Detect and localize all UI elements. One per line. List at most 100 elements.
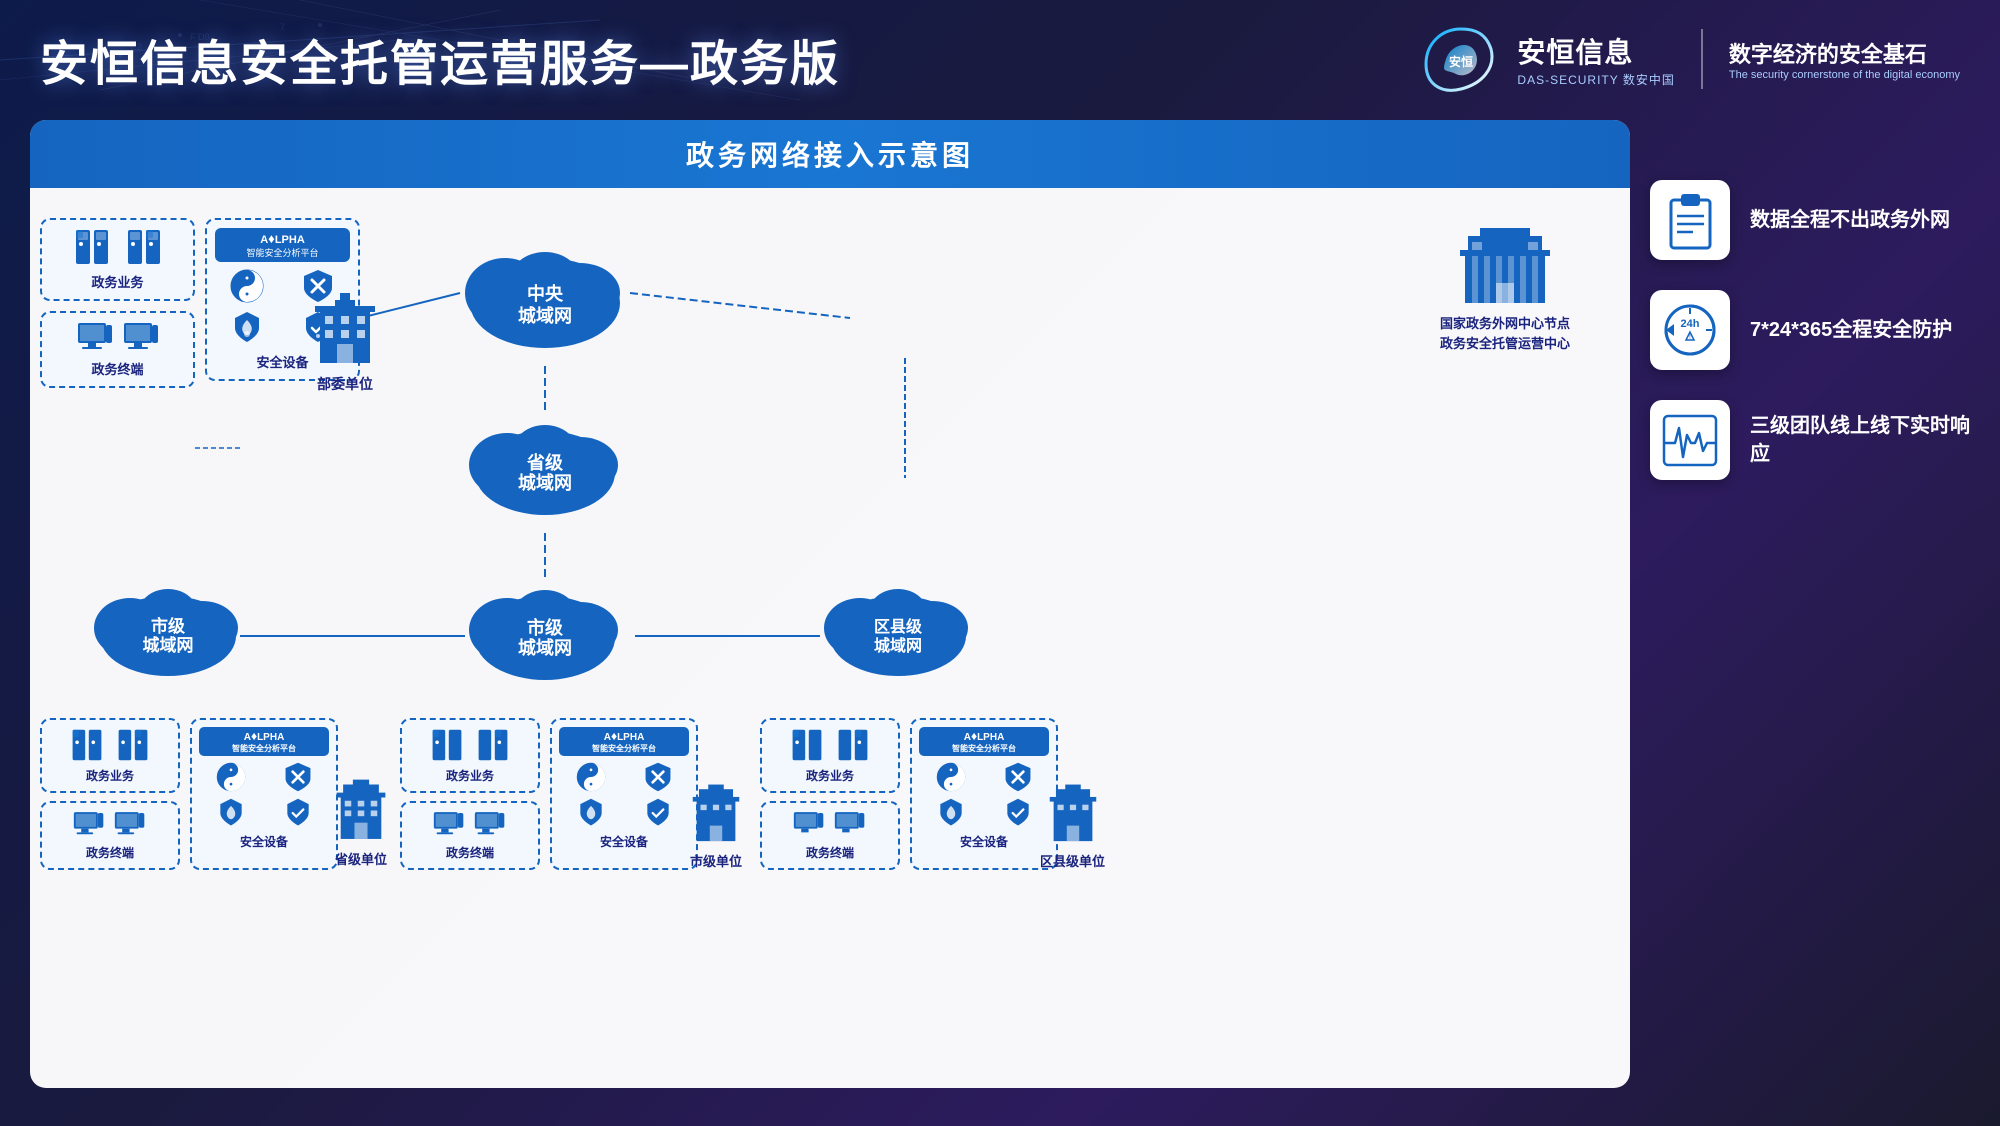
security-device-label-3: 安全设备 xyxy=(559,833,689,850)
svg-text:市级: 市级 xyxy=(527,617,564,638)
desktop-icon-d1 xyxy=(792,810,827,840)
shield-leaf-icon-3 xyxy=(559,797,622,829)
yinyang-icon-3 xyxy=(559,761,622,793)
server-icon-1 xyxy=(72,228,112,266)
gov-business-label-1: 政务业务 xyxy=(50,272,185,291)
shield-leaf-icon-1 xyxy=(215,310,280,346)
tagline-cn: 数字经济的安全基石 xyxy=(1729,37,1960,69)
logo-sub-text: DAS-SECURITY 数安中国 xyxy=(1517,71,1674,88)
district-group: 政务业务 xyxy=(760,718,1058,870)
svg-text:省级: 省级 xyxy=(526,452,564,473)
alpha-badge-1: A♦LPHA智能安全分析平台 xyxy=(246,234,318,259)
yinyang-icon-1 xyxy=(215,268,280,304)
logo-text-left: 安恒信息 DAS-SECURITY 数安中国 xyxy=(1517,31,1674,88)
alpha-platform-2: A♦LPHA智能安全分析平台 xyxy=(190,718,338,870)
logo-divider xyxy=(1701,29,1703,89)
shield-check-icon-3 xyxy=(626,797,689,829)
diagram-body: 中央 城域网 省级 城域网 xyxy=(30,188,1630,1088)
svg-text:24h: 24h xyxy=(1681,318,1700,330)
district-label: 区县级单位 xyxy=(1040,851,1105,870)
server-icon-c1 xyxy=(429,727,465,763)
feature-item-data: 数据全程不出政务外网 xyxy=(1650,180,1970,260)
feature-item-24h: 24h ! 7*24*365全程安全防护 xyxy=(1650,290,1970,370)
feature-text-data: 数据全程不出政务外网 xyxy=(1750,206,1950,234)
main-content: 政务网络接入示意图 中央 城域网 xyxy=(30,120,1970,1088)
tagline-en: The security cornerstone of the digital … xyxy=(1729,69,1960,81)
city-label: 市级单位 xyxy=(690,851,742,870)
shield-check-icon-2 xyxy=(266,797,329,829)
desktop-icon-b2 xyxy=(113,810,148,840)
logo-area: 安恒 安恒信息 DAS-SECURITY 数安中国 数字经济的安全基石 The … xyxy=(1421,24,1960,94)
province-label: 省级单位 xyxy=(335,849,387,868)
ministry-building-icon xyxy=(315,288,375,368)
gov-terminal-label-3: 政务终端 xyxy=(409,844,531,861)
city-unit: 市级单位 xyxy=(690,783,742,870)
ministry-group: 政务业务 xyxy=(40,218,195,388)
ministry-unit: 部委单位 xyxy=(315,288,375,394)
server-icon-b2 xyxy=(115,727,151,763)
server-icon-d2 xyxy=(835,727,871,763)
gov-terminal-box-2: 政务终端 xyxy=(40,801,180,870)
svg-text:中央: 中央 xyxy=(527,283,564,304)
diagram-title: 政务网络接入示意图 xyxy=(30,120,1630,188)
province-unit: 省级单位 xyxy=(335,778,387,868)
national-center: 国家政务外网中心节点 政务安全托管运营中心 xyxy=(1440,228,1570,353)
desktop-icon-1 xyxy=(76,321,114,353)
alpha-platform-4: A♦LPHA智能安全分析平台 xyxy=(910,718,1058,870)
gov-business-box-3: 政务业务 xyxy=(400,718,540,793)
shield-x-icon-3 xyxy=(626,761,689,793)
company-logo-icon: 安恒 xyxy=(1421,24,1501,94)
district-unit: 区县级单位 xyxy=(1040,783,1105,870)
gov-terminal-label-2: 政务终端 xyxy=(49,844,171,861)
clipboard-icon xyxy=(1663,190,1718,250)
province-group: 政务业务 xyxy=(40,718,338,870)
svg-text:城域网: 城域网 xyxy=(518,472,572,493)
yinyang-icon-4 xyxy=(919,761,982,793)
gov-terminal-label-1: 政务终端 xyxy=(50,359,185,378)
svg-text:安恒: 安恒 xyxy=(1449,54,1473,69)
heartbeat-icon-box xyxy=(1650,400,1730,480)
feature-item-tier: 三级团队线上线下实时响应 xyxy=(1650,400,1970,480)
svg-text:区县级: 区县级 xyxy=(874,617,923,636)
gov-business-box-1: 政务业务 xyxy=(40,218,195,301)
gov-terminal-box-1: 政务终端 xyxy=(40,311,195,388)
security-device-label-4: 安全设备 xyxy=(919,833,1049,850)
gov-business-label-3: 政务业务 xyxy=(409,767,531,784)
shield-x-icon-2 xyxy=(266,761,329,793)
desktop-icon-2 xyxy=(122,321,160,353)
server-icon-d1 xyxy=(789,727,825,763)
svg-text:城域网: 城域网 xyxy=(143,635,194,655)
gov-business-label-2: 政务业务 xyxy=(49,767,171,784)
server-icon-2 xyxy=(124,228,164,266)
district-building-icon xyxy=(1048,783,1098,845)
right-panel: 数据全程不出政务外网 24h ! xyxy=(1650,120,1970,1088)
gov-business-box-2: 政务业务 xyxy=(40,718,180,793)
national-center-label: 国家政务外网中心节点 政务安全托管运营中心 xyxy=(1440,314,1570,353)
ministry-label: 部委单位 xyxy=(317,374,373,394)
alpha-platform-3: A♦LPHA智能安全分析平台 xyxy=(550,718,698,870)
svg-text:城域网: 城域网 xyxy=(518,637,572,658)
header: 安恒信息安全托管运营服务—政务版 安恒 安恒信息 DAS-SECURITY 数安… xyxy=(0,0,2000,110)
server-icon-b1 xyxy=(69,727,105,763)
logo-tagline: 数字经济的安全基石 The security cornerstone of th… xyxy=(1729,37,1960,81)
desktop-icon-c2 xyxy=(473,810,508,840)
heartbeat-icon xyxy=(1661,413,1719,468)
city-center-group: 政务业务 xyxy=(400,718,698,870)
gov-terminal-label-4: 政务终端 xyxy=(769,844,891,861)
shield-leaf-icon-2 xyxy=(199,797,262,829)
desktop-icon-b1 xyxy=(72,810,107,840)
logo-brand-name: 安恒信息 xyxy=(1517,31,1674,71)
page-title: 安恒信息安全托管运营服务—政务版 xyxy=(40,24,840,94)
yinyang-icon-2 xyxy=(199,761,262,793)
security-device-label-2: 安全设备 xyxy=(199,833,329,850)
svg-text:市级: 市级 xyxy=(151,616,185,636)
feature-text-tier: 三级团队线上线下实时响应 xyxy=(1750,412,1970,468)
clipboard-icon-box xyxy=(1650,180,1730,260)
gov-terminal-box-3: 政务终端 xyxy=(400,801,540,870)
clock-icon-box: 24h ! xyxy=(1650,290,1730,370)
gov-terminal-box-4: 政务终端 xyxy=(760,801,900,870)
desktop-icon-d2 xyxy=(833,810,868,840)
feature-text-24h: 7*24*365全程安全防护 xyxy=(1750,316,1952,344)
city-building-icon xyxy=(691,783,741,845)
national-building-icon xyxy=(1460,228,1550,308)
